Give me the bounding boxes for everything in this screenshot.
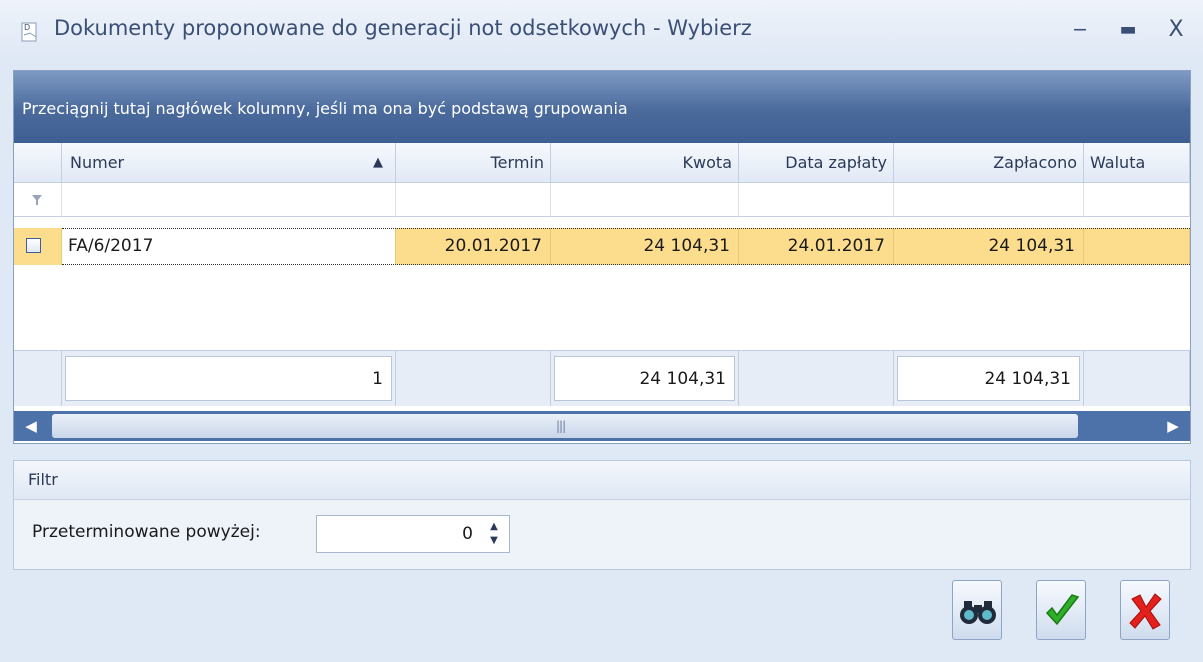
overdue-days-input[interactable]: 0 ▲ ▼ — [316, 515, 510, 553]
grip-icon: ||| — [556, 419, 566, 433]
header-indicator — [14, 143, 62, 183]
documents-grid: Przeciągnij tutaj nagłówek kolumny, jeśl… — [13, 70, 1191, 444]
window-title: Dokumenty proponowane do generacji not o… — [54, 16, 752, 40]
svg-text:D: D — [24, 23, 30, 32]
cell-termin[interactable]: 20.01.2017 — [396, 228, 551, 265]
title-bar: D Dokumenty proponowane do generacji not… — [0, 0, 1203, 60]
sort-asc-icon: ▲ — [373, 155, 383, 170]
filter-panel-title: Filtr — [28, 470, 58, 489]
overdue-days-value: 0 — [462, 524, 473, 544]
scrollbar-thumb[interactable]: ||| — [52, 414, 1078, 438]
search-button[interactable] — [952, 580, 1002, 640]
minimize-button[interactable]: ‒ — [1064, 14, 1096, 46]
filter-row-indicator[interactable] — [14, 183, 62, 217]
spin-up-icon[interactable]: ▲ — [487, 521, 501, 533]
spin-down-icon[interactable]: ▼ — [487, 535, 501, 547]
column-header-waluta[interactable]: Waluta — [1084, 143, 1190, 183]
cell-numer[interactable]: FA/6/2017 — [62, 228, 396, 265]
column-header-numer[interactable]: Numer ▲ — [62, 143, 396, 183]
column-header-termin[interactable]: Termin — [396, 143, 551, 183]
group-by-panel[interactable]: Przeciągnij tutaj nagłówek kolumny, jeśl… — [14, 71, 1190, 143]
red-x-icon — [1129, 593, 1162, 630]
summary-count: 1 — [65, 356, 392, 401]
filter-panel: Filtr Przeterminowane powyżej: 0 ▲ ▼ — [13, 460, 1191, 570]
close-button[interactable]: X — [1160, 14, 1192, 46]
column-header-kwota[interactable]: Kwota — [551, 143, 739, 183]
summary-cell-kwota: 24 104,31 — [551, 350, 739, 406]
checkmark-icon — [1045, 594, 1080, 626]
column-header-zaplacono[interactable]: Zapłacono — [894, 143, 1084, 183]
cancel-button[interactable] — [1120, 580, 1170, 640]
cell-waluta[interactable] — [1084, 228, 1190, 265]
row-checkbox[interactable] — [26, 238, 41, 253]
filter-cell-kwota[interactable] — [551, 183, 739, 217]
filter-cell-waluta[interactable] — [1084, 183, 1190, 217]
column-header-data-zaplaty[interactable]: Data zapłaty — [739, 143, 894, 183]
summary-cell-zaplacono: 24 104,31 — [894, 350, 1084, 406]
filter-panel-header: Filtr — [14, 461, 1190, 500]
column-header-numer-label: Numer — [70, 153, 125, 172]
overdue-label: Przeterminowane powyżej: — [32, 522, 261, 542]
cell-zaplacono[interactable]: 24 104,31 — [894, 228, 1084, 265]
filter-cell-termin[interactable] — [396, 183, 551, 217]
horizontal-scrollbar[interactable]: ◀ ||| ▶ — [14, 411, 1190, 441]
app-icon: D — [21, 22, 37, 42]
cell-data-zaplaty[interactable]: 24.01.2017 — [739, 228, 894, 265]
summary-indicator — [14, 350, 62, 406]
binoculars-icon — [960, 601, 996, 624]
summary-cell-numer: 1 — [62, 350, 396, 406]
row-selector[interactable] — [14, 228, 62, 265]
ok-button[interactable] — [1036, 580, 1086, 640]
scroll-left-icon[interactable]: ◀ — [14, 411, 48, 441]
filter-cell-zaplacono[interactable] — [894, 183, 1084, 217]
filter-cell-data-zaplaty[interactable] — [739, 183, 894, 217]
summary-kwota: 24 104,31 — [554, 356, 735, 401]
summary-zaplacono: 24 104,31 — [897, 356, 1080, 401]
summary-cell-waluta — [1084, 350, 1190, 406]
summary-cell-data-zaplaty — [739, 350, 894, 406]
cell-kwota[interactable]: 24 104,31 — [551, 228, 739, 265]
maximize-button[interactable]: ▬ — [1112, 14, 1144, 46]
scroll-right-icon[interactable]: ▶ — [1156, 411, 1190, 441]
summary-cell-termin — [396, 350, 551, 406]
filter-cell-numer[interactable] — [62, 183, 396, 217]
funnel-icon — [32, 195, 42, 205]
group-by-hint: Przeciągnij tutaj nagłówek kolumny, jeśl… — [22, 99, 628, 118]
